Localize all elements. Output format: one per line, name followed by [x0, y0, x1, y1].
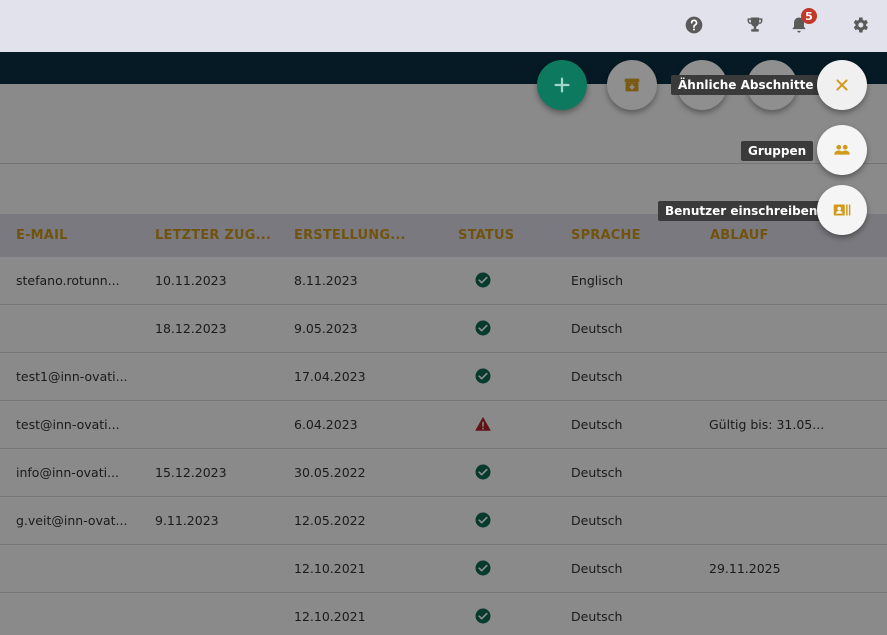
- created-cell: 12.10.2021: [294, 609, 366, 624]
- archive-icon: [624, 78, 640, 92]
- last-access-cell: 9.11.2023: [155, 513, 219, 528]
- column-header-status[interactable]: STATUS: [458, 228, 514, 243]
- email-cell: test@inn-ovati...: [16, 417, 120, 432]
- gear-icon[interactable]: [849, 14, 871, 36]
- table-row[interactable]: info@inn-ovati... 15.12.2023 30.05.2022 …: [0, 449, 887, 497]
- column-header-last-access[interactable]: LETZTER ZUG...: [155, 228, 271, 243]
- language-cell: Deutsch: [571, 321, 623, 336]
- language-cell: Deutsch: [571, 417, 623, 432]
- language-cell: Deutsch: [571, 513, 623, 528]
- check-circle-icon: [474, 559, 492, 577]
- table-row[interactable]: g.veit@inn-ovat... 9.11.2023 12.05.2022 …: [0, 497, 887, 545]
- table-row[interactable]: 12.10.2021 Deutsch: [0, 593, 887, 635]
- trophy-icon[interactable]: [744, 14, 766, 36]
- top-bar: 5: [0, 0, 887, 52]
- help-icon[interactable]: [683, 14, 705, 36]
- last-access-cell: 15.12.2023: [155, 465, 227, 480]
- main-content: E-MAIL LETZTER ZUG... ERSTELLUNG... STAT…: [0, 84, 887, 635]
- language-cell: Englisch: [571, 273, 624, 288]
- notification-badge: 5: [801, 8, 817, 24]
- created-cell: 12.10.2021: [294, 561, 366, 576]
- column-header-created[interactable]: ERSTELLUNG...: [294, 228, 406, 243]
- column-header-expiry[interactable]: ABLAUF: [710, 228, 769, 243]
- column-header-language[interactable]: SPRACHE: [571, 228, 641, 243]
- column-header-email[interactable]: E-MAIL: [16, 228, 68, 243]
- language-cell: Deutsch: [571, 465, 623, 480]
- table-row[interactable]: stefano.rotunn... 10.11.2023 8.11.2023 E…: [0, 257, 887, 305]
- divider: [0, 163, 887, 164]
- table-row[interactable]: 18.12.2023 9.05.2023 Deutsch: [0, 305, 887, 353]
- table-row[interactable]: test1@inn-ovati... 17.04.2023 Deutsch: [0, 353, 887, 401]
- enroll-users-tooltip: Benutzer einschreiben: [658, 201, 825, 221]
- email-cell: test1@inn-ovati...: [16, 369, 128, 384]
- close-icon: [836, 79, 848, 91]
- language-cell: Deutsch: [571, 609, 623, 624]
- created-cell: 17.04.2023: [294, 369, 366, 384]
- check-circle-icon: [474, 463, 492, 481]
- expiry-cell: 29.11.2025: [709, 561, 781, 576]
- email-cell: g.veit@inn-ovat...: [16, 513, 128, 528]
- groups-tooltip: Gruppen: [741, 141, 814, 161]
- groups-icon: [834, 144, 850, 155]
- close-menu-button[interactable]: [817, 60, 867, 110]
- archive-button[interactable]: [607, 60, 657, 110]
- check-circle-icon: [474, 319, 492, 337]
- enroll-users-button[interactable]: [817, 185, 867, 235]
- language-cell: Deutsch: [571, 561, 623, 576]
- language-cell: Deutsch: [571, 369, 623, 384]
- email-cell: info@inn-ovati...: [16, 465, 120, 480]
- table-row[interactable]: test@inn-ovati... 6.04.2023 Deutsch Gült…: [0, 401, 887, 449]
- add-button[interactable]: [537, 60, 587, 110]
- created-cell: 8.11.2023: [294, 273, 358, 288]
- similar-sections-tooltip: Ähnliche Abschnitte: [671, 75, 821, 95]
- created-cell: 12.05.2022: [294, 513, 366, 528]
- email-cell: stefano.rotunn...: [16, 273, 120, 288]
- created-cell: 30.05.2022: [294, 465, 366, 480]
- last-access-cell: 18.12.2023: [155, 321, 227, 336]
- warning-icon: [474, 415, 492, 433]
- expiry-cell: Gültig bis: 31.05...: [709, 417, 825, 432]
- id-card-icon: [833, 204, 851, 216]
- check-circle-icon: [474, 271, 492, 289]
- table-row[interactable]: 12.10.2021 Deutsch 29.11.2025: [0, 545, 887, 593]
- check-circle-icon: [474, 367, 492, 385]
- last-access-cell: 10.11.2023: [155, 273, 227, 288]
- check-circle-icon: [474, 607, 492, 625]
- created-cell: 9.05.2023: [294, 321, 358, 336]
- plus-icon: [554, 77, 570, 93]
- created-cell: 6.04.2023: [294, 417, 358, 432]
- groups-button[interactable]: [817, 125, 867, 175]
- check-circle-icon: [474, 511, 492, 529]
